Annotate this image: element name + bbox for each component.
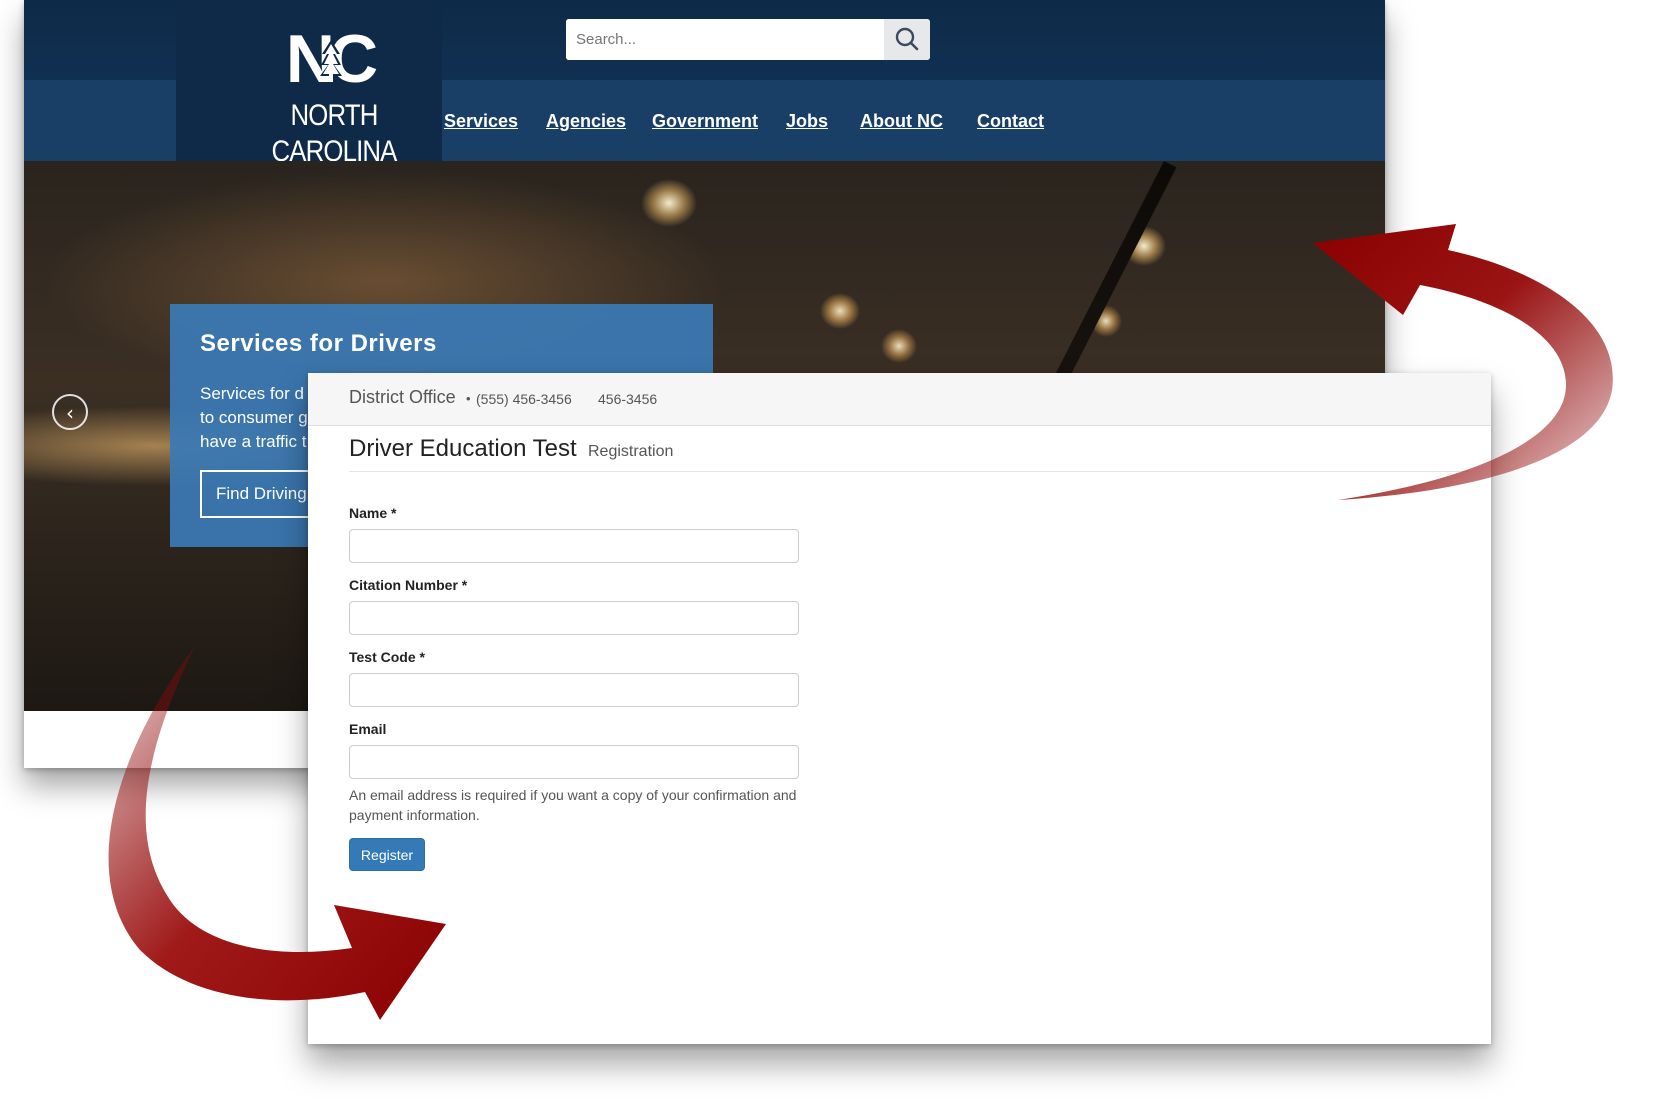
email-help-text: An email address is required if you want…: [349, 787, 797, 823]
citation-number-label: Citation Number *: [349, 577, 468, 593]
citation-number-field[interactable]: [349, 601, 799, 635]
carousel-prev-button[interactable]: ‹: [52, 394, 88, 430]
office-phone-short: 456-3456: [598, 391, 658, 407]
site-search: [566, 19, 930, 60]
divider: [349, 471, 1469, 472]
page-title: Driver Education Test: [349, 435, 577, 462]
search-button[interactable]: [884, 19, 930, 60]
email-label: Email: [349, 721, 387, 737]
email-field[interactable]: [349, 745, 799, 779]
nav-government[interactable]: Government: [652, 106, 758, 136]
search-icon: [895, 27, 919, 51]
nav-about-nc[interactable]: About NC: [860, 106, 943, 136]
nav-agencies[interactable]: Agencies: [546, 106, 626, 136]
name-label: Name *: [349, 505, 397, 521]
name-field[interactable]: [349, 529, 799, 563]
test-code-field[interactable]: [349, 673, 799, 707]
office-phone: (555) 456-3456: [476, 391, 572, 407]
office-name: District Office: [349, 387, 456, 407]
office-bullet: •: [466, 391, 471, 406]
page-subtitle: Registration: [588, 443, 674, 460]
main-nav: Services Agencies Government Jobs About …: [24, 106, 1385, 136]
test-code-label: Test Code *: [349, 649, 425, 665]
nav-contact[interactable]: Contact: [977, 106, 1044, 136]
promo-title: Services for Drivers: [200, 330, 437, 357]
registration-window: District Office • (555) 456-3456 456-345…: [308, 373, 1491, 1044]
nav-jobs[interactable]: Jobs: [786, 106, 828, 136]
office-bar: District Office • (555) 456-3456 456-345…: [308, 373, 1491, 426]
pine-tree-icon: [320, 40, 342, 82]
chevron-left-icon: ‹: [66, 401, 74, 425]
search-input[interactable]: [566, 19, 884, 60]
register-button[interactable]: Register: [349, 838, 425, 871]
nav-services[interactable]: Services: [444, 106, 518, 136]
